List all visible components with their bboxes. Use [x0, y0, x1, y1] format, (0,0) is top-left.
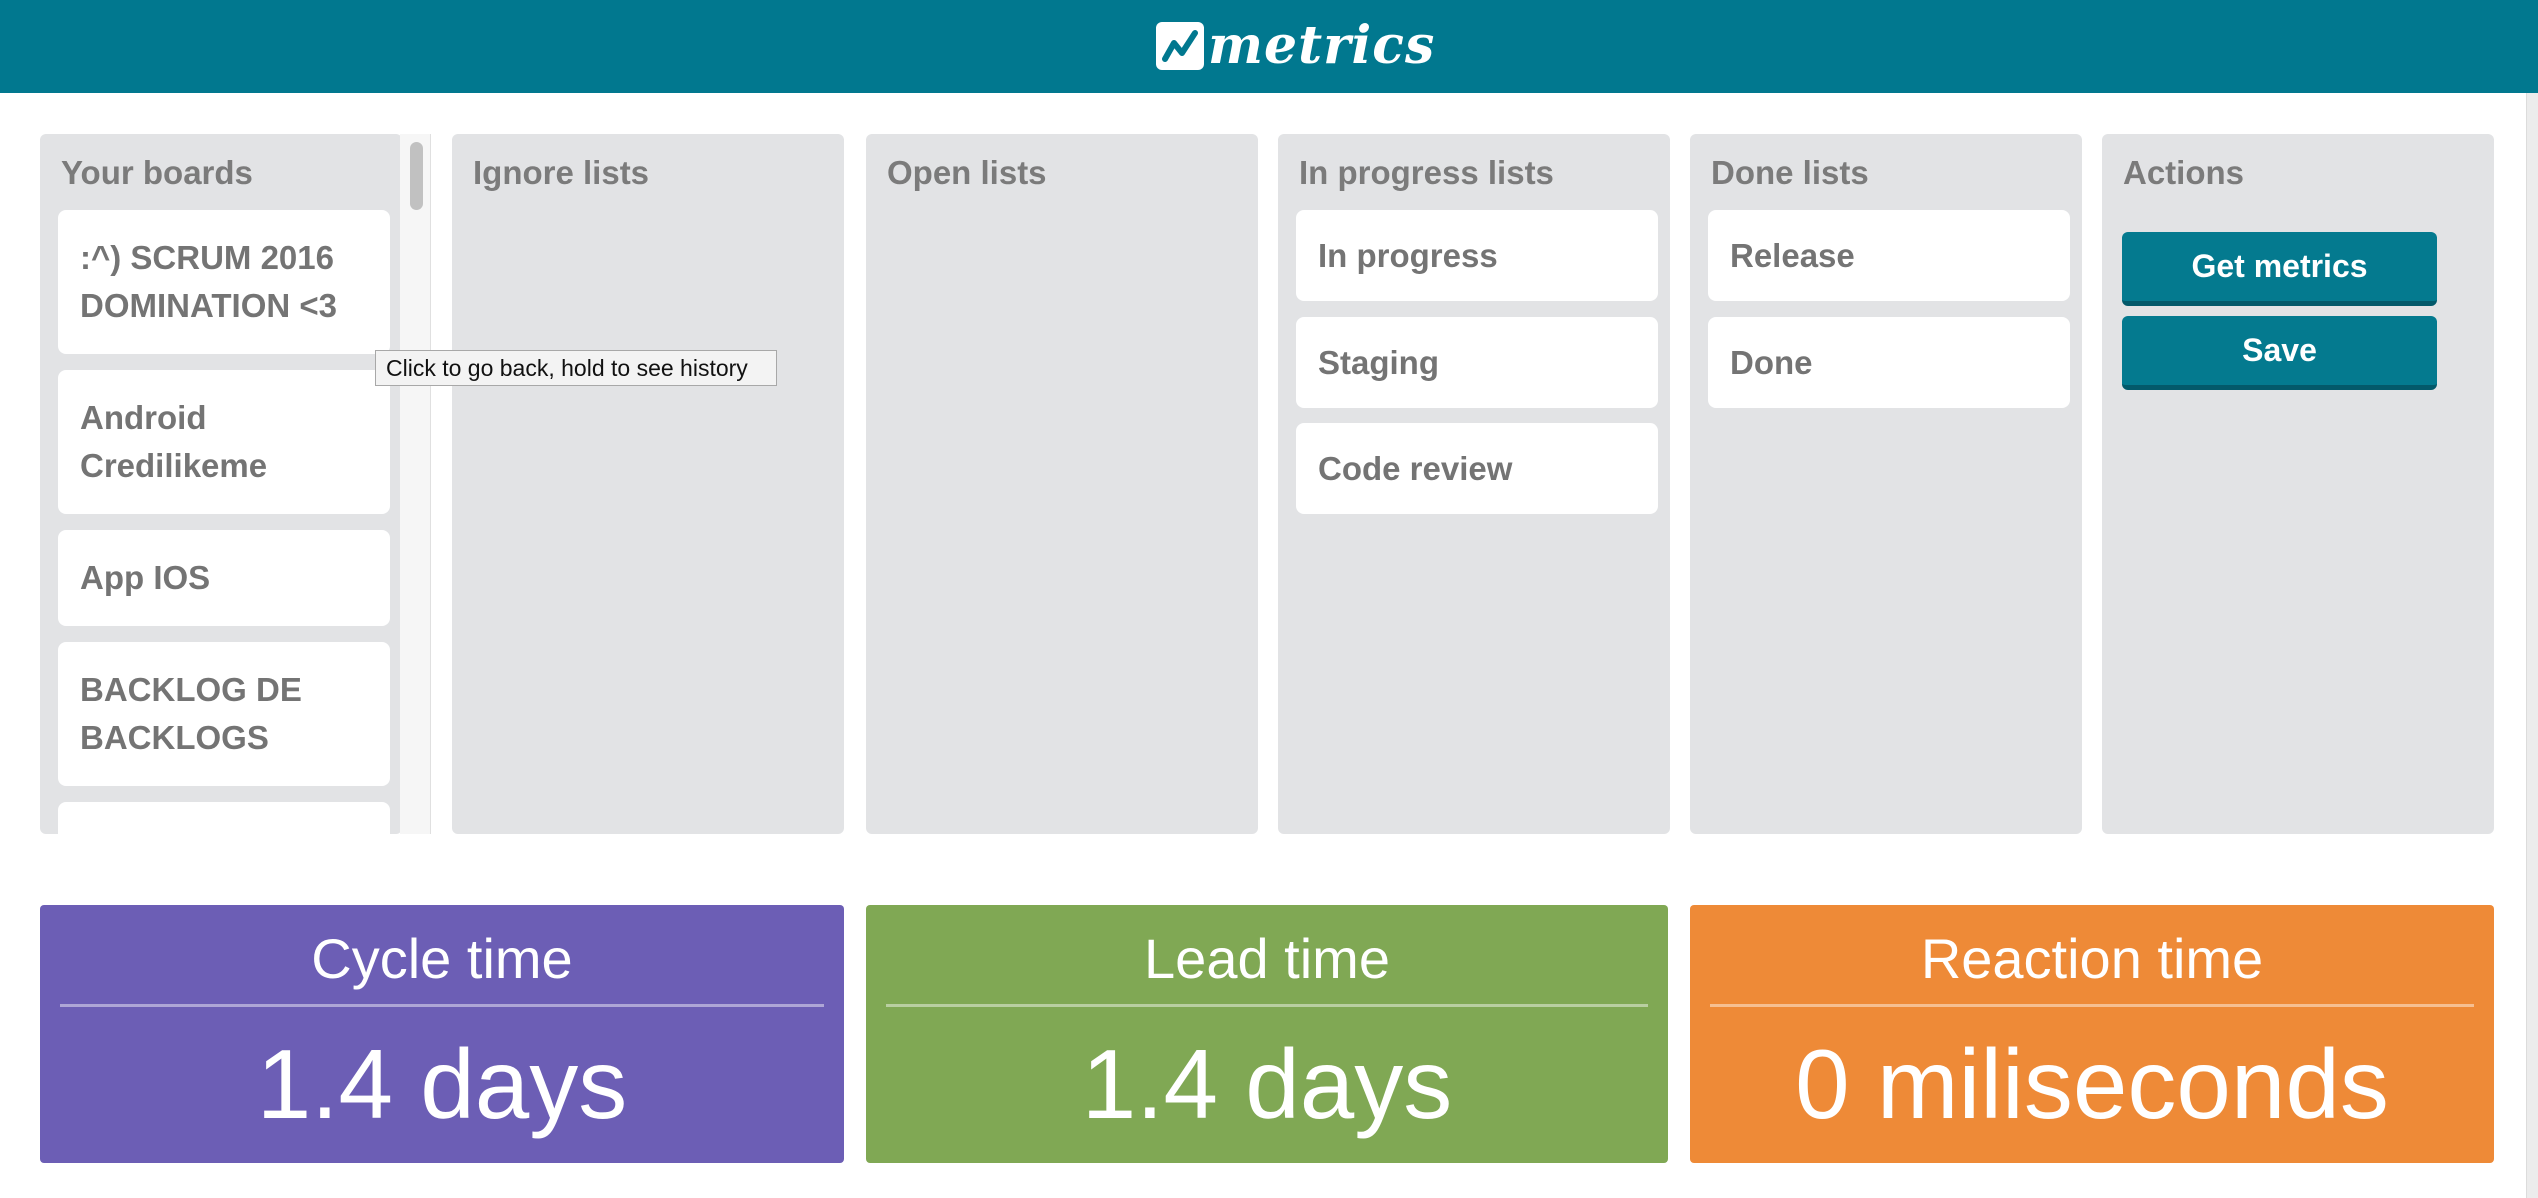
list-card-code-review[interactable]: Code review: [1296, 423, 1658, 514]
list-card-staging[interactable]: Staging: [1296, 317, 1658, 408]
back-button-tooltip: Click to go back, hold to see history: [375, 350, 777, 386]
save-button[interactable]: Save: [2122, 316, 2437, 390]
ignore-lists-column[interactable]: Ignore lists: [452, 134, 844, 834]
boards-title: Your boards: [61, 154, 253, 191]
in-progress-lists-column[interactable]: In progress lists In progress Staging Co…: [1278, 134, 1670, 834]
cycle-time-title: Cycle time: [311, 927, 573, 990]
lead-time-title: Lead time: [1144, 927, 1390, 990]
boards-scroll-thumb[interactable]: [410, 142, 423, 210]
board-item[interactable]: BackGrowth: [58, 802, 390, 834]
list-card-done[interactable]: Done: [1708, 317, 2070, 408]
list-card-in-progress[interactable]: In progress: [1296, 210, 1658, 301]
done-lists-column[interactable]: Done lists Release Done: [1690, 134, 2082, 834]
cycle-time-panel: Cycle time 1.4 days: [40, 905, 844, 1163]
actions-title: Actions: [2123, 154, 2245, 191]
lead-time-panel: Lead time 1.4 days: [866, 905, 1668, 1163]
get-metrics-button[interactable]: Get metrics: [2122, 232, 2437, 306]
reaction-time-panel: Reaction time 0 miliseconds: [1690, 905, 2494, 1163]
trend-chart-icon: [1156, 22, 1204, 70]
divider: [1710, 1004, 2474, 1007]
reaction-time-title: Reaction time: [1920, 927, 2264, 990]
reaction-time-value: 0 miliseconds: [1795, 1029, 2389, 1139]
page-scrollbar[interactable]: [2526, 93, 2538, 1198]
board-item[interactable]: Android Credilikeme: [58, 370, 390, 514]
lead-time-value: 1.4 days: [1081, 1029, 1453, 1139]
open-lists-column[interactable]: Open lists: [866, 134, 1258, 834]
divider: [60, 1004, 824, 1007]
open-lists-title: Open lists: [887, 154, 1047, 191]
divider: [886, 1004, 1648, 1007]
list-card-release[interactable]: Release: [1708, 210, 2070, 301]
logo-text: metrics: [1208, 15, 1436, 76]
boards-column: Your boards :^) SCRUM 2016 DOMINATION <3…: [40, 134, 402, 834]
boards-scrollbar[interactable]: [400, 134, 431, 834]
ignore-lists-title: Ignore lists: [473, 154, 650, 191]
boards-list[interactable]: :^) SCRUM 2016 DOMINATION <3 Android Cre…: [58, 210, 390, 834]
actions-column: Actions Get metrics Save: [2102, 134, 2494, 834]
cycle-time-value: 1.4 days: [256, 1029, 628, 1139]
board-item[interactable]: :^) SCRUM 2016 DOMINATION <3: [58, 210, 390, 354]
app-header: metrics: [0, 0, 2538, 93]
in-progress-lists-title: In progress lists: [1299, 154, 1554, 191]
done-lists-title: Done lists: [1711, 154, 1869, 191]
board-item[interactable]: App IOS: [58, 530, 390, 626]
board-item[interactable]: BACKLOG DE BACKLOGS: [58, 642, 390, 786]
app-logo[interactable]: metrics: [1156, 16, 1435, 76]
